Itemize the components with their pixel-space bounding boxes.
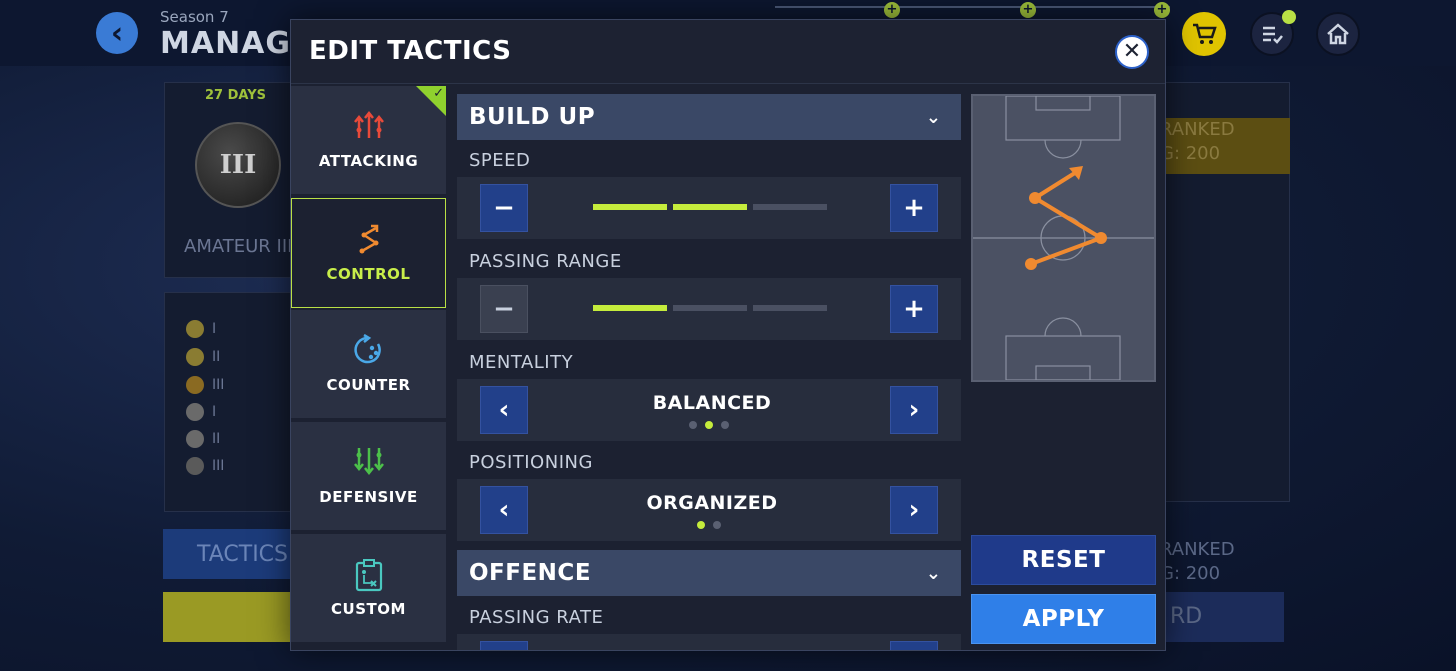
tactics-button[interactable]: TACTICS — [163, 529, 293, 579]
reset-button[interactable]: RESET — [971, 535, 1156, 585]
tactics-pitch-diagram — [971, 94, 1156, 382]
tab-custom[interactable]: CUSTOM — [291, 534, 446, 644]
chevron-down-icon[interactable]: ⌄ — [926, 563, 941, 584]
positioning-selector: ‹ ORGANIZED › — [457, 479, 961, 541]
notification-dot — [1282, 10, 1296, 24]
modal-title: EDIT TACTICS — [309, 36, 512, 66]
level-bar — [673, 204, 747, 210]
speed-increase-button[interactable]: + — [890, 184, 938, 232]
rank-row: I — [186, 403, 216, 421]
back-arrow-icon[interactable]: ‹ — [96, 12, 138, 54]
ranked-info: RANKED G: 200 — [1150, 118, 1290, 174]
tab-control[interactable]: CONTROL — [291, 198, 446, 308]
rank-badge-icon — [186, 376, 204, 394]
mentality-next-button[interactable]: › — [890, 386, 938, 434]
level-bar — [753, 305, 827, 311]
passing-rate-decrease-button[interactable] — [480, 641, 528, 650]
speed-decrease-button[interactable]: − — [480, 184, 528, 232]
section-title: OFFENCE — [469, 560, 592, 586]
passing-rate-increase-button[interactable] — [890, 641, 938, 650]
check-icon: ✓ — [433, 86, 444, 101]
option-dot — [713, 521, 721, 529]
option-dot — [689, 421, 697, 429]
rank-badge-icon — [186, 320, 204, 338]
edit-tactics-modal: EDIT TACTICS ✕ ✓ ATTACKING CONTROL COUNT… — [290, 19, 1166, 651]
mentality-value: BALANCED — [652, 392, 772, 414]
league-badge: III — [195, 122, 281, 208]
section-offence[interactable]: OFFENCE ⌄ — [457, 550, 961, 596]
progress-track — [775, 6, 1170, 8]
tab-counter[interactable]: COUNTER — [291, 310, 446, 420]
defensive-arrows-icon — [353, 446, 385, 478]
rank-row: III — [186, 376, 224, 394]
yellow-button[interactable] — [163, 592, 293, 642]
rank-badge-icon — [186, 457, 204, 475]
plus-icon[interactable]: + — [1020, 2, 1036, 18]
ranked-info: RANKED G: 200 — [1160, 539, 1235, 584]
positioning-dots — [457, 521, 961, 529]
rank-badge-icon — [186, 430, 204, 448]
passing-rate-stepper — [457, 634, 961, 650]
pitch-svg — [973, 96, 1154, 380]
rank-row: III — [186, 457, 224, 475]
level-bar — [673, 305, 747, 311]
passing-range-increase-button[interactable]: + — [890, 285, 938, 333]
positioning-next-button[interactable]: › — [890, 486, 938, 534]
positioning-label: POSITIONING — [469, 452, 593, 473]
chevron-down-icon[interactable]: ⌄ — [926, 107, 941, 128]
rank-list-card — [164, 292, 304, 512]
positioning-value: ORGANIZED — [646, 492, 778, 514]
mentality-selector: ‹ BALANCED › — [457, 379, 961, 441]
passing-range-decrease-button[interactable]: − — [480, 285, 528, 333]
rank-badge-icon — [186, 403, 204, 421]
plus-icon[interactable]: + — [884, 2, 900, 18]
custom-clipboard-icon — [354, 558, 384, 592]
rank-badge-icon — [186, 348, 204, 366]
counter-rotate-icon — [353, 333, 384, 366]
rank-row: II — [186, 430, 220, 448]
home-icon[interactable] — [1316, 12, 1360, 56]
tab-attacking[interactable]: ✓ ATTACKING — [291, 86, 446, 196]
modal-header: EDIT TACTICS ✕ — [291, 20, 1165, 84]
control-path-icon — [354, 223, 384, 255]
tab-label: ATTACKING — [318, 152, 419, 170]
cart-icon[interactable] — [1182, 12, 1226, 56]
option-dot — [721, 421, 729, 429]
apply-button[interactable]: APPLY — [971, 594, 1156, 644]
level-bar — [593, 305, 667, 311]
tab-label: CONTROL — [326, 265, 411, 283]
level-bar — [593, 204, 667, 210]
speed-stepper: − + — [457, 177, 961, 239]
rank-row: II — [186, 348, 220, 366]
ranked-button[interactable]: RD — [1150, 592, 1284, 642]
passing-rate-label: PASSING RATE — [469, 607, 604, 628]
mentality-dots — [457, 421, 961, 429]
option-dot — [697, 521, 705, 529]
season-label: Season 7 — [160, 8, 229, 26]
speed-label: SPEED — [469, 150, 531, 171]
tab-label: COUNTER — [326, 376, 411, 394]
passing-range-label: PASSING RANGE — [469, 251, 622, 272]
passing-range-stepper: − + — [457, 278, 961, 340]
rank-row: I — [186, 320, 216, 338]
plus-icon[interactable]: + — [1154, 2, 1170, 18]
tab-defensive[interactable]: DEFENSIVE — [291, 422, 446, 532]
tab-label: CUSTOM — [331, 600, 406, 618]
tactics-settings[interactable]: BUILD UP ⌄ SPEED − + PASSING RANGE − + M… — [457, 94, 961, 650]
tab-label: DEFENSIVE — [319, 488, 418, 506]
section-title: BUILD UP — [469, 104, 596, 130]
close-icon[interactable]: ✕ — [1115, 35, 1149, 69]
league-name: AMATEUR III — [184, 236, 293, 257]
attacking-arrows-icon — [353, 110, 385, 142]
level-bar — [753, 204, 827, 210]
speed-level-bars — [593, 204, 827, 210]
days-remaining: 27 DAYS — [205, 88, 267, 103]
option-dot — [705, 421, 713, 429]
mentality-label: MENTALITY — [469, 352, 574, 373]
passing-range-level-bars — [593, 305, 827, 311]
section-build-up[interactable]: BUILD UP ⌄ — [457, 94, 961, 140]
